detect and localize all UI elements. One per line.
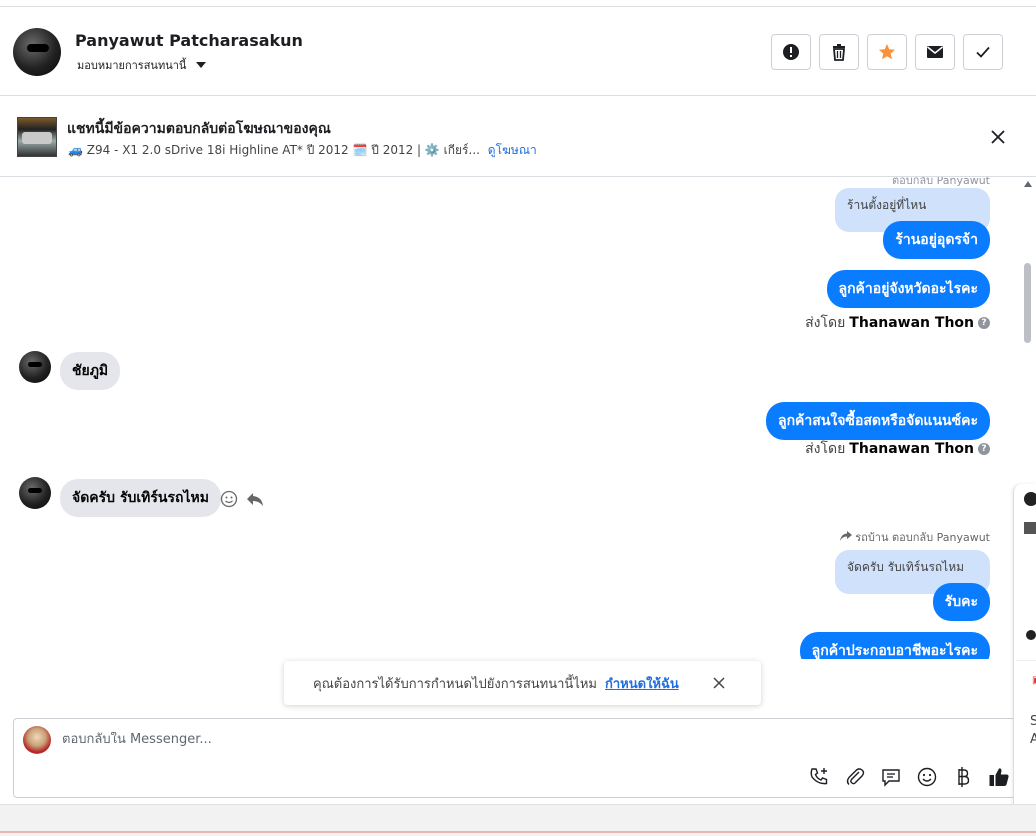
ad-banner-title: แชทนี้มีข้อความตอบกลับต่อโฆษณาของคุณ xyxy=(67,121,331,137)
side-avatar[interactable] xyxy=(1024,492,1036,506)
outgoing-message[interactable]: ลูกค้าอยู่จังหวัดอะไรคะ xyxy=(826,270,990,308)
incoming-message[interactable]: จัดครับ รับเทิร์นรถไหม xyxy=(60,479,221,517)
trash-icon xyxy=(833,44,845,61)
contact-avatar-small[interactable] xyxy=(19,351,51,383)
delete-button[interactable] xyxy=(819,34,859,70)
help-icon[interactable]: ? xyxy=(978,443,990,455)
contact-name[interactable]: Panyawut Patcharasakun xyxy=(75,31,303,50)
scroll-up-arrow-icon[interactable] xyxy=(1024,181,1032,187)
reply-input[interactable] xyxy=(62,732,762,747)
message-actions xyxy=(220,490,264,508)
like-icon[interactable] xyxy=(988,766,1010,788)
header-actions xyxy=(771,34,1003,70)
conversation-header: Panyawut Patcharasakun มอบหมายการสนทนานี… xyxy=(0,7,1036,96)
call-add-icon[interactable] xyxy=(808,766,830,788)
assign-to-me-link[interactable]: กำหนดให้ฉัน xyxy=(605,673,679,694)
side-avatar[interactable] xyxy=(1026,630,1036,640)
ad-description: 🚙 Z94 - X1 2.0 sDrive 18i Highline AT* ป… xyxy=(68,143,480,157)
assign-prompt-text: คุณต้องการได้รับการกำหนดไปยังการสนทนานี้… xyxy=(313,676,597,692)
sent-by-prefix: ส่งโดย xyxy=(805,315,846,331)
side-thumbnail[interactable] xyxy=(1024,522,1036,534)
sent-by-label: ส่งโดย Thanawan Thon ? xyxy=(805,438,990,460)
contact-avatar[interactable] xyxy=(13,28,61,76)
sender-name: Thanawan Thon xyxy=(849,441,974,457)
sender-name: Thanawan Thon xyxy=(849,315,974,331)
conversation-window: Panyawut Patcharasakun มอบหมายการสนทนานี… xyxy=(0,6,1036,804)
alert-icon xyxy=(783,44,799,60)
side-card-text: S A xyxy=(1030,713,1036,749)
contact-avatar-small[interactable] xyxy=(19,477,51,509)
quoted-text: จัดครับ รับเทิร์นรถไหม xyxy=(847,560,965,574)
react-emoji-icon[interactable] xyxy=(220,490,238,508)
quoted-text: ร้านตั้งอยู่ที่ไหน xyxy=(847,198,927,212)
reply-arrow-icon[interactable] xyxy=(246,490,264,508)
check-icon xyxy=(976,46,990,58)
star-button[interactable] xyxy=(867,34,907,70)
report-button[interactable] xyxy=(771,34,811,70)
scroll-thumb[interactable] xyxy=(1024,263,1031,343)
outgoing-message[interactable]: ลูกค้าสนใจซื้อสดหรือจัดแนนซ์คะ xyxy=(766,402,990,440)
assign-dropdown[interactable]: มอบหมายการสนทนานี้ xyxy=(77,56,207,74)
side-card: ▣ S A xyxy=(1016,660,1036,818)
star-icon xyxy=(879,44,895,60)
reply-meta: รถบ้าน ตอบกลับ Panyawut xyxy=(839,528,990,546)
close-icon[interactable] xyxy=(712,676,726,690)
assign-prompt-toast: คุณต้องการได้รับการกำหนดไปยังการสนทนานี้… xyxy=(284,661,761,705)
incoming-message[interactable]: ชัยภูมิ xyxy=(60,352,121,390)
outgoing-message[interactable]: ร้านอยู่อุดรจ้า xyxy=(883,221,990,259)
message-composer xyxy=(13,718,1023,798)
message-thread[interactable]: ตอบกลับ Panyawut ร้านตั้งอยู่ที่ไหน ร้าน… xyxy=(0,177,1036,659)
baht-icon[interactable] xyxy=(952,766,974,788)
assign-label: มอบหมายการสนทนานี้ xyxy=(77,59,187,72)
caret-down-icon xyxy=(196,62,207,68)
side-text-line: A xyxy=(1030,732,1036,747)
page-avatar xyxy=(23,726,51,754)
envelope-icon xyxy=(927,46,943,58)
ad-reply-banner: แชทนี้มีข้อความตอบกลับต่อโฆษณาของคุณ 🚙 Z… xyxy=(0,97,1036,177)
forward-arrow-icon xyxy=(839,531,852,541)
done-button[interactable] xyxy=(963,34,1003,70)
close-icon[interactable] xyxy=(990,129,1006,145)
sent-by-prefix: ส่งโดย xyxy=(805,441,846,457)
attach-icon[interactable] xyxy=(844,766,866,788)
side-text-line: S xyxy=(1030,714,1036,729)
view-ad-link[interactable]: ดูโฆษณา xyxy=(488,143,537,157)
mark-unread-button[interactable] xyxy=(915,34,955,70)
side-badge-icon: ▣ xyxy=(1032,675,1036,686)
ad-thumbnail[interactable] xyxy=(17,117,57,157)
composer-tools xyxy=(808,766,1010,788)
help-icon[interactable]: ? xyxy=(978,317,990,329)
saved-reply-icon[interactable] xyxy=(880,766,902,788)
outgoing-message[interactable]: ลูกค้าประกอบอาชีพอะไรคะ xyxy=(799,632,990,659)
sent-by-label: ส่งโดย Thanawan Thon ? xyxy=(805,312,990,334)
outgoing-message[interactable]: รับคะ xyxy=(932,583,990,621)
emoji-icon[interactable] xyxy=(916,766,938,788)
reply-meta-text: รถบ้าน ตอบกลับ Panyawut xyxy=(855,531,990,544)
page-bottom-strip xyxy=(0,804,1036,836)
side-panel-edge[interactable]: ▣ S A xyxy=(1013,484,1036,818)
ad-banner-subtitle: 🚙 Z94 - X1 2.0 sDrive 18i Highline AT* ป… xyxy=(68,141,537,160)
